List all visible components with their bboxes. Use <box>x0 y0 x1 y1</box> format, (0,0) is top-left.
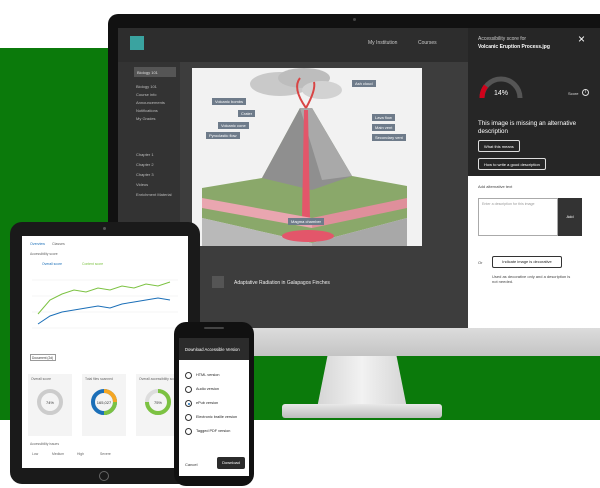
info-icon[interactable]: i <box>582 89 589 96</box>
label-volcanic-bombs: Volcanic bombs <box>212 98 247 105</box>
app-logo-icon[interactable] <box>130 36 144 50</box>
issue-level-low: Low <box>32 452 39 456</box>
close-icon[interactable]: × <box>578 32 585 46</box>
volcano-diagram-image[interactable]: Ash cloud Volcanic bombs Crater Volcanic… <box>192 68 422 246</box>
content-item-row[interactable]: Adaptative Radiation in Galapagos Finche… <box>192 274 422 292</box>
tablet-screen: Overview Classes Accessibility score Ove… <box>22 236 188 468</box>
download-dialog-header: Download Accessible Version <box>179 338 249 360</box>
legend-series-1: Overall score <box>42 262 62 266</box>
content-item-title[interactable]: Adaptative Radiation in Galapagos Finche… <box>234 280 330 286</box>
accessibility-panel-header: Accessibility score for Volcanic Eruptio… <box>468 28 600 176</box>
tablet-camera <box>103 227 106 230</box>
label-lava-flow: Lava flow <box>372 114 395 121</box>
legend-series-2: Content score <box>82 262 104 266</box>
issue-level-severe: Severe <box>100 452 111 456</box>
sidebar-item[interactable]: Videos <box>136 182 148 187</box>
card-value: 74% <box>45 400 54 405</box>
mark-decorative-button[interactable]: Indicate image is decorative <box>492 256 562 268</box>
radio-button[interactable] <box>185 428 192 435</box>
tab-overview[interactable]: Overview <box>30 242 45 246</box>
camera-dot <box>353 18 356 21</box>
issue-level-medium: Medium <box>52 452 65 456</box>
sidebar-item[interactable]: Enrichment Material <box>136 192 172 197</box>
cancel-button[interactable]: Cancel <box>185 462 197 467</box>
score-label: Score <box>568 91 579 96</box>
radio-button[interactable] <box>185 414 192 421</box>
radio-button-selected[interactable] <box>185 400 192 407</box>
sidebar-item[interactable]: Course info <box>136 92 156 97</box>
chart-title: Accessibility score <box>30 252 58 256</box>
sidebar-item[interactable]: Biology 101 <box>136 84 157 89</box>
how-to-write-button[interactable]: How to write a good description <box>478 158 546 170</box>
sidebar-item[interactable]: Notifications <box>136 108 158 113</box>
radio-button[interactable] <box>185 386 192 393</box>
sidebar-item[interactable]: Chapter 2 <box>136 162 154 167</box>
files-scanned-card[interactable]: Total files scanned 165,027 <box>82 374 126 436</box>
filter-chip[interactable]: Document (2d) <box>30 354 56 361</box>
option-label[interactable]: ePub version <box>196 401 218 405</box>
issues-label: Accessibility issues <box>30 442 60 446</box>
alt-text-input[interactable]: Enter a description for this image <box>478 198 558 236</box>
download-dialog-title: Download Accessible Version <box>185 347 240 352</box>
score-percent: 14% <box>494 90 509 97</box>
tablet-home-button <box>99 471 109 481</box>
download-button[interactable]: Download <box>217 457 245 469</box>
sidebar-item[interactable]: My Grades <box>136 116 156 121</box>
phone-device: Download Accessible Version HTML version… <box>174 322 254 486</box>
missing-alt-message: This image is missing an alternative des… <box>478 120 577 135</box>
card-title: Total files scanned <box>85 377 113 381</box>
radio-button[interactable] <box>185 372 192 379</box>
sidebar-item[interactable]: Chapter 3 <box>136 172 154 177</box>
label-magma-chamber: Magma chamber <box>288 218 325 225</box>
what-this-means-button[interactable]: What this means <box>478 140 520 152</box>
or-separator: Or <box>478 260 483 265</box>
card-value: 165,027 <box>96 400 112 405</box>
option-label[interactable]: Tagged PDF version <box>196 429 230 433</box>
overall-score-card[interactable]: Overall score 74% <box>28 374 72 436</box>
label-secondary-vent: Secondary vent <box>372 134 406 141</box>
panel-filename: Volcanic Eruption Process.jpg <box>478 44 550 50</box>
monitor-stand-base <box>282 404 442 418</box>
accessibility-score-panel: Accessibility score for Volcanic Eruptio… <box>468 28 600 328</box>
add-alt-text-button[interactable]: Add <box>558 198 582 236</box>
nav-my-institution[interactable]: My Institution <box>368 40 397 46</box>
content-thumbnail <box>212 276 224 288</box>
accessibility-line-chart <box>32 279 178 329</box>
sidebar-course-header[interactable]: Biology 101 <box>134 67 176 77</box>
nav-courses[interactable]: Courses <box>418 40 437 46</box>
alt-text-label: Add alternative text <box>478 184 513 189</box>
label-pyroclastic-flow: Pyroclastic flow <box>206 132 240 139</box>
sidebar-item[interactable]: Announcements <box>136 100 165 105</box>
sidebar-item[interactable]: Chapter 1 <box>136 152 154 157</box>
label-main-vent: Main vent <box>372 124 396 131</box>
option-label[interactable]: Audio version <box>196 387 219 391</box>
panel-title: Accessibility score for <box>478 36 527 42</box>
card-title: Overall score <box>31 377 51 381</box>
label-volcanic-cone: Volcanic cone <box>218 122 249 129</box>
tablet-device: Overview Classes Accessibility score Ove… <box>10 222 200 484</box>
tab-classes[interactable]: Classes <box>52 242 65 246</box>
option-label[interactable]: HTML version <box>196 373 220 377</box>
option-label[interactable]: Electronic braille version <box>196 415 237 419</box>
label-crater: Crater <box>238 110 256 117</box>
app-topbar: My Institution Courses <box>118 28 468 62</box>
card-title: Overall accessibility score <box>139 377 179 381</box>
phone-screen: Download Accessible Version HTML version… <box>179 338 249 476</box>
phone-speaker <box>204 327 224 329</box>
label-ash-cloud: Ash cloud <box>352 80 376 87</box>
decorative-hint-text: Used as decorative only and a descriptio… <box>492 274 571 284</box>
issue-level-high: High <box>77 452 84 456</box>
